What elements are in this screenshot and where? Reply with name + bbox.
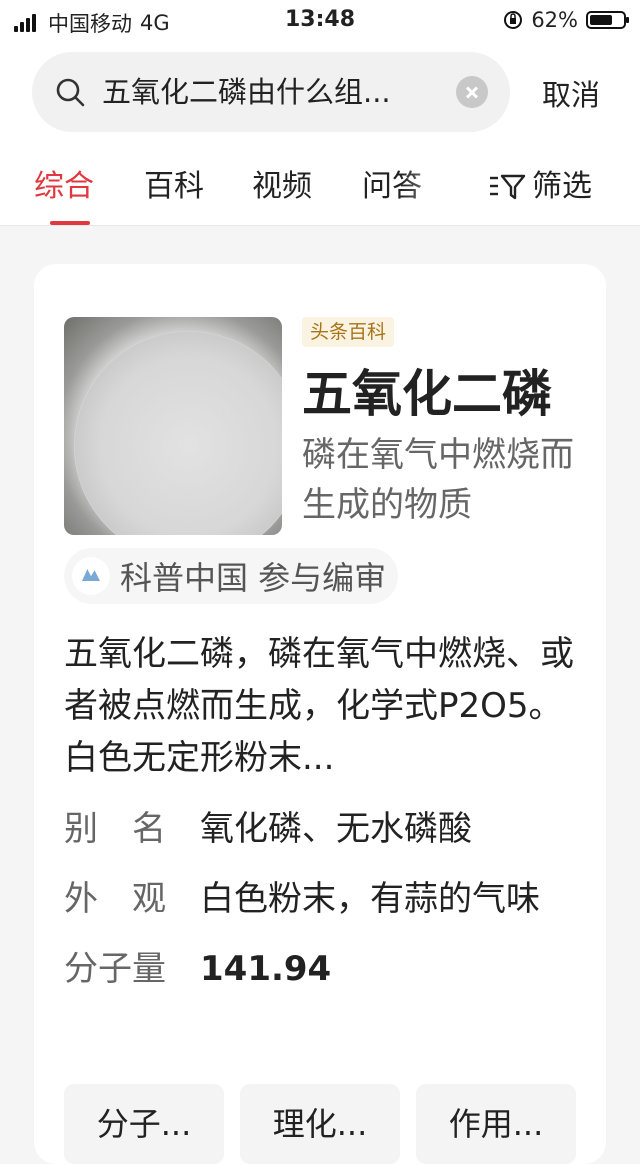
tab-bar: 综合 百科 视频 问答 筛选 bbox=[0, 165, 640, 225]
reviewer-text: 科普中国 参与编审 bbox=[120, 559, 387, 597]
info-label: 别 名 bbox=[64, 809, 166, 849]
source-badge: 头条百科 bbox=[302, 317, 395, 347]
orientation-lock-icon bbox=[504, 11, 523, 29]
filter-icon bbox=[490, 174, 526, 200]
search-input[interactable]: 五氧化二磷由什么组... bbox=[102, 72, 432, 112]
info-label: 外 观 bbox=[64, 879, 166, 919]
battery-percent: 62% bbox=[531, 8, 578, 32]
search-bar[interactable]: 五氧化二磷由什么组... bbox=[32, 52, 510, 132]
header-divider bbox=[0, 225, 640, 226]
filter-button[interactable]: 筛选 bbox=[488, 165, 592, 209]
info-table: 别 名 氧化磷、无水磷酸 外 观 白色粉末，有蒜的气味 分子量 141.94 bbox=[64, 804, 584, 1014]
chip-properties[interactable]: 理化... bbox=[240, 1084, 400, 1164]
substance-image[interactable] bbox=[64, 317, 282, 535]
chip-molecular[interactable]: 分子... bbox=[64, 1084, 224, 1164]
info-value: 白色粉末，有蒜的气味 bbox=[200, 879, 540, 919]
tab-video[interactable]: 视频 bbox=[252, 165, 312, 209]
encyclopedia-card[interactable]: 头条百科 五氧化二磷 磷在氧气中燃烧而生成的物质 科普中国 参与编审 五氧化二磷… bbox=[34, 264, 606, 1164]
reviewer-tag[interactable]: 科普中国 参与编审 bbox=[64, 548, 399, 604]
tab-comprehensive[interactable]: 综合 bbox=[34, 165, 94, 209]
status-right: 62% bbox=[503, 8, 629, 32]
info-label: 分子量 bbox=[64, 949, 166, 989]
info-row-alias: 别 名 氧化磷、无水磷酸 bbox=[64, 804, 584, 854]
entry-title[interactable]: 五氧化二磷 bbox=[302, 362, 552, 426]
search-icon bbox=[56, 78, 85, 107]
entry-summary[interactable]: 五氧化二磷，磷在氧气中燃烧、或者被点燃而生成，化学式P2O5。白色无定形粉末..… bbox=[64, 628, 579, 784]
info-row-appearance: 外 观 白色粉末，有蒜的气味 bbox=[64, 874, 584, 924]
info-row-molecular-weight: 分子量 141.94 bbox=[64, 944, 584, 994]
tab-fade-overlay bbox=[400, 165, 480, 215]
battery-icon bbox=[586, 11, 629, 29]
filter-label: 筛选 bbox=[532, 169, 592, 204]
clear-icon[interactable] bbox=[456, 76, 488, 108]
entry-subtitle: 磷在氧气中燃烧而生成的物质 bbox=[302, 435, 574, 525]
search-header: 五氧化二磷由什么组... 取消 综合 百科 视频 问答 筛选 bbox=[0, 40, 640, 226]
status-bar: 中国移动 4G 13:48 62% bbox=[0, 0, 640, 40]
tab-encyclopedia[interactable]: 百科 bbox=[144, 165, 204, 209]
cancel-button[interactable]: 取消 bbox=[542, 72, 600, 114]
chip-usage[interactable]: 作用... bbox=[416, 1084, 576, 1164]
info-value: 氧化磷、无水磷酸 bbox=[200, 809, 472, 849]
kepu-logo-icon bbox=[72, 557, 110, 595]
info-value: 141.94 bbox=[200, 949, 332, 989]
section-chips: 分子... 理化... 作用... bbox=[64, 1084, 584, 1164]
